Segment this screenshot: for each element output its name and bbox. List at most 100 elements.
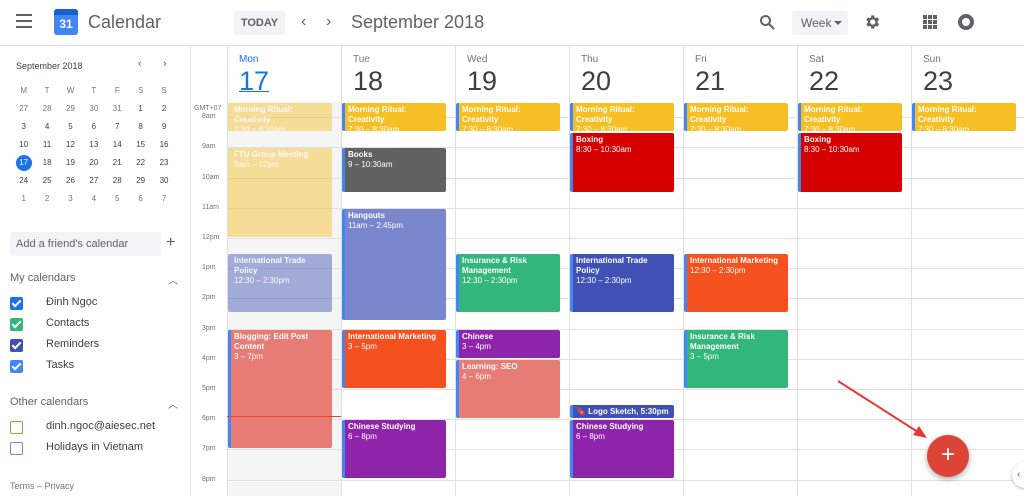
add-friend-calendar-input[interactable]: Add a friend's calendar bbox=[10, 232, 161, 256]
mini-day-cell[interactable]: 5 bbox=[106, 190, 129, 208]
add-calendar-plus-icon[interactable]: + bbox=[166, 234, 175, 252]
mini-day-cell[interactable]: 5 bbox=[59, 118, 82, 136]
calendar-event[interactable]: Boxing 8:30 – 10:30am bbox=[798, 133, 902, 192]
calendar-event[interactable]: FTU Group Meeting 9am – 12pm bbox=[228, 148, 332, 237]
mini-day-cell[interactable]: 28 bbox=[35, 100, 58, 118]
day-column-header[interactable]: Mon 17 bbox=[227, 46, 341, 102]
calendar-event[interactable]: Morning Ritual: Creativity 7:30 – 8:30am bbox=[342, 103, 446, 132]
next-week-button[interactable]: › bbox=[326, 12, 331, 32]
mini-day-cell[interactable]: 3 bbox=[59, 190, 82, 208]
day-column-header[interactable]: Tue 18 bbox=[341, 46, 455, 102]
calendar-event[interactable]: Morning Ritual: Creativity 7:30 – 8:30am bbox=[570, 103, 674, 132]
mini-day-cell[interactable]: 29 bbox=[59, 100, 82, 118]
mini-day-cell[interactable]: 15 bbox=[129, 136, 152, 154]
mini-day-cell[interactable]: 2 bbox=[152, 100, 175, 118]
calendar-event[interactable]: Morning Ritual: Creativity 7:30 – 8:30am bbox=[684, 103, 788, 132]
search-icon[interactable] bbox=[759, 14, 775, 30]
mini-day-cell[interactable]: 4 bbox=[82, 190, 105, 208]
day-column-header[interactable]: Thu 20 bbox=[569, 46, 683, 102]
calendar-event[interactable]: Morning Ritual: Creativity 7:30 – 8:30am bbox=[798, 103, 902, 132]
other-calendars-header[interactable]: Other calendars bbox=[10, 396, 88, 408]
mini-day-cell[interactable]: 1 bbox=[129, 100, 152, 118]
calendar-event[interactable]: Blogging: Edit Post Content 3 – 7pm bbox=[228, 329, 332, 449]
calendar-event[interactable]: Insurance & Risk Management 3 – 5pm bbox=[684, 329, 788, 388]
collapse-chevron-icon[interactable]: ︿ bbox=[168, 396, 178, 411]
view-selector[interactable]: Week bbox=[792, 11, 848, 35]
mini-day-cell[interactable]: 25 bbox=[35, 172, 58, 190]
mini-day-cell[interactable]: 7 bbox=[152, 190, 175, 208]
day-column-header[interactable]: Wed 19 bbox=[455, 46, 569, 102]
calendar-list-item[interactable]: Holidays in Vietnam bbox=[10, 440, 185, 458]
mini-day-cell[interactable]: 21 bbox=[106, 154, 129, 172]
mini-day-cell[interactable]: 26 bbox=[59, 172, 82, 190]
calendar-event[interactable]: Insurance & Risk Management 12:30 – 2:30p… bbox=[456, 254, 560, 313]
calendar-event[interactable]: International Trade Policy 12:30 – 2:30pm bbox=[570, 254, 674, 313]
previous-week-button[interactable]: ‹ bbox=[301, 12, 306, 32]
mini-day-cell[interactable]: 19 bbox=[59, 154, 82, 172]
mini-day-cell[interactable]: 30 bbox=[152, 172, 175, 190]
calendar-event[interactable]: Chinese 3 – 4pm bbox=[456, 329, 560, 358]
mini-day-cell[interactable]: 2 bbox=[35, 190, 58, 208]
calendar-event[interactable]: International Trade Policy 12:30 – 2:30pm bbox=[228, 254, 332, 313]
mini-day-cell[interactable]: 20 bbox=[82, 154, 105, 172]
main-menu-icon[interactable] bbox=[16, 14, 32, 32]
mini-next-month-icon[interactable]: › bbox=[163, 58, 167, 70]
mini-day-cell[interactable]: 13 bbox=[82, 136, 105, 154]
day-column-header[interactable]: Sun 23 bbox=[911, 46, 1024, 102]
mini-day-cell[interactable]: 22 bbox=[129, 154, 152, 172]
mini-day-cell[interactable]: 17 bbox=[12, 154, 35, 172]
mini-day-cell[interactable]: 18 bbox=[35, 154, 58, 172]
calendar-checkbox[interactable] bbox=[10, 318, 23, 331]
calendar-checkbox[interactable] bbox=[10, 421, 23, 434]
calendar-list-item[interactable]: dinh.ngoc@aiesec.net bbox=[10, 419, 185, 437]
calendar-event[interactable]: Morning Ritual: Creativity 7:30 – 8:30am bbox=[228, 103, 332, 132]
mini-day-cell[interactable]: 11 bbox=[35, 136, 58, 154]
calendar-event[interactable]: Books 9 – 10:30am bbox=[342, 148, 446, 192]
calendar-event[interactable]: Chinese Studying 6 – 8pm bbox=[570, 420, 674, 479]
mini-day-cell[interactable]: 6 bbox=[129, 190, 152, 208]
mini-day-cell[interactable]: 8 bbox=[129, 118, 152, 136]
create-event-button[interactable]: + bbox=[927, 435, 969, 477]
day-column-header[interactable]: Sat 22 bbox=[797, 46, 911, 102]
calendar-checkbox[interactable] bbox=[10, 339, 23, 352]
mini-day-cell[interactable]: 3 bbox=[12, 118, 35, 136]
calendar-event[interactable]: Hangouts 11am – 2:45pm bbox=[342, 208, 446, 320]
calendar-list-item[interactable]: Contacts bbox=[10, 316, 185, 334]
gear-icon[interactable] bbox=[863, 13, 881, 31]
collapse-chevron-icon[interactable]: ︿ bbox=[168, 272, 178, 287]
calendar-list-item[interactable]: Đinh Ngọc bbox=[10, 295, 185, 313]
calendar-list-item[interactable]: Tasks bbox=[10, 358, 185, 376]
calendar-checkbox[interactable] bbox=[10, 442, 23, 455]
calendar-event[interactable]: Learning: SEO 4 – 6pm bbox=[456, 359, 560, 419]
calendar-event[interactable]: Chinese Studying 6 – 8pm bbox=[342, 420, 446, 479]
calendar-event[interactable]: 🔖 Logo Sketch, 5:30pm bbox=[570, 405, 674, 419]
calendar-event[interactable]: International Marketing 3 – 5pm bbox=[342, 329, 446, 388]
mini-day-cell[interactable]: 10 bbox=[12, 136, 35, 154]
calendar-event[interactable]: International Marketing 12:30 – 2:30pm bbox=[684, 254, 788, 313]
mini-day-cell[interactable]: 4 bbox=[35, 118, 58, 136]
calendar-checkbox[interactable] bbox=[10, 297, 23, 310]
mini-day-cell[interactable]: 30 bbox=[82, 100, 105, 118]
mini-day-cell[interactable]: 27 bbox=[82, 172, 105, 190]
calendar-event[interactable]: Morning Ritual: Creativity 7:30 – 8:30am bbox=[456, 103, 560, 132]
google-apps-icon[interactable] bbox=[923, 15, 937, 29]
mini-day-cell[interactable]: 27 bbox=[12, 100, 35, 118]
mini-day-cell[interactable]: 23 bbox=[152, 154, 175, 172]
calendar-list-item[interactable]: Reminders bbox=[10, 337, 185, 355]
today-button[interactable]: TODAY bbox=[234, 11, 285, 35]
mini-day-cell[interactable]: 24 bbox=[12, 172, 35, 190]
mini-day-cell[interactable]: 9 bbox=[152, 118, 175, 136]
terms-privacy-link[interactable]: Terms – Privacy bbox=[10, 481, 74, 491]
mini-day-cell[interactable]: 12 bbox=[59, 136, 82, 154]
mini-day-cell[interactable]: 14 bbox=[106, 136, 129, 154]
mini-day-cell[interactable]: 29 bbox=[129, 172, 152, 190]
mini-day-cell[interactable]: 1 bbox=[12, 190, 35, 208]
mini-day-cell[interactable]: 16 bbox=[152, 136, 175, 154]
mini-day-cell[interactable]: 7 bbox=[106, 118, 129, 136]
mini-prev-month-icon[interactable]: ‹ bbox=[138, 58, 142, 70]
calendar-event[interactable]: Boxing 8:30 – 10:30am bbox=[570, 133, 674, 192]
my-calendars-header[interactable]: My calendars bbox=[10, 272, 75, 284]
mini-day-cell[interactable]: 31 bbox=[106, 100, 129, 118]
account-avatar-icon[interactable] bbox=[958, 14, 974, 30]
calendar-checkbox[interactable] bbox=[10, 360, 23, 373]
